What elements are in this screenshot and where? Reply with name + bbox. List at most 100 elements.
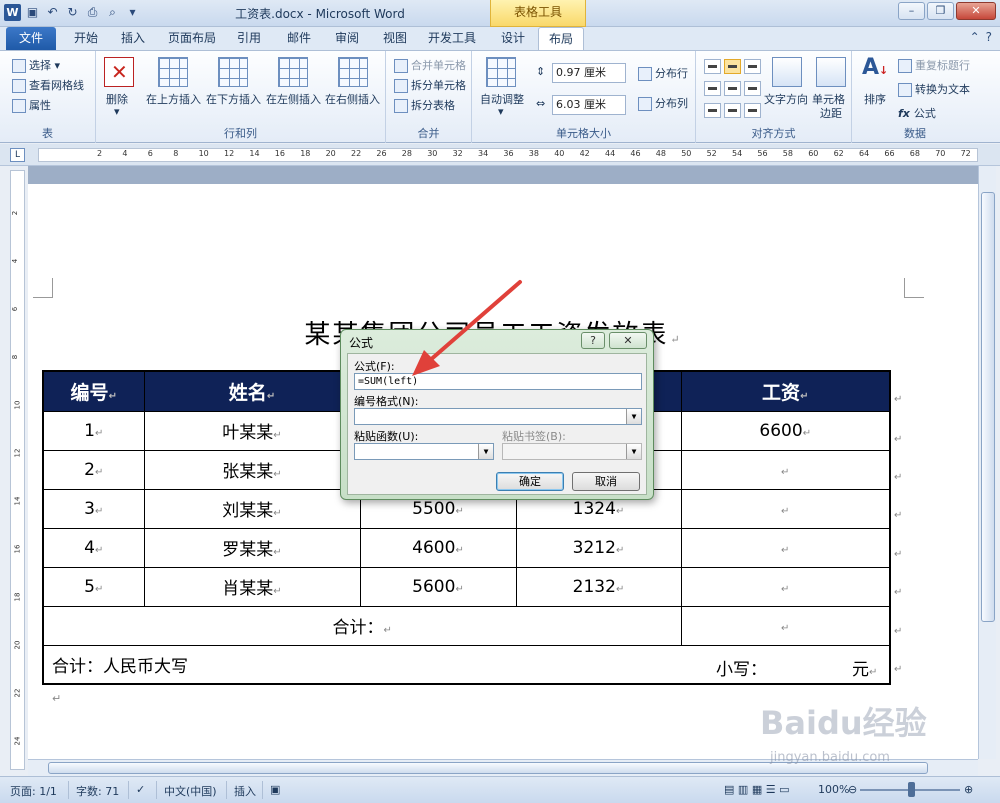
view-gridlines-button[interactable]: 查看网格线 bbox=[12, 77, 84, 93]
cell-salary[interactable]: ↵ bbox=[680, 566, 891, 607]
language-indicator[interactable]: 中文(中国) bbox=[164, 783, 217, 799]
cell-name[interactable]: 叶某某↵ bbox=[143, 410, 361, 451]
vertical-scroll-thumb[interactable] bbox=[981, 192, 995, 622]
align-top-right-button[interactable] bbox=[744, 59, 761, 74]
vertical-ruler[interactable]: 2 4 6 8 10 12 14 16 18 20 22 24 bbox=[10, 170, 25, 770]
tab-selector-icon[interactable]: L bbox=[10, 148, 25, 162]
cell-id[interactable]: 2↵ bbox=[42, 449, 145, 490]
cell-name[interactable]: 肖某某↵ bbox=[143, 566, 361, 607]
cell-col4[interactable]: 2132↵ bbox=[515, 566, 682, 607]
cell-name[interactable]: 刘某某↵ bbox=[143, 488, 361, 529]
page-count[interactable]: 页面: 1/1 bbox=[10, 783, 57, 799]
cell-id[interactable]: 5↵ bbox=[42, 566, 145, 607]
cell-id[interactable]: 1↵ bbox=[42, 410, 145, 451]
paste-bookmark-select[interactable]: ▼ bbox=[502, 443, 642, 460]
align-top-left-button[interactable] bbox=[704, 59, 721, 74]
align-middle-left-button[interactable] bbox=[704, 81, 721, 96]
convert-to-text-button[interactable]: 转换为文本 bbox=[898, 81, 970, 97]
dialog-close-button[interactable]: ✕ bbox=[609, 332, 647, 349]
cell-margins-icon[interactable] bbox=[816, 57, 846, 87]
cell-total-label[interactable]: 合计：↵ bbox=[42, 605, 682, 646]
select-button[interactable]: 选择 ▾ bbox=[12, 57, 60, 73]
ok-button[interactable]: 确定 bbox=[496, 472, 564, 491]
insert-above-icon[interactable] bbox=[158, 57, 188, 87]
tab-design[interactable]: 设计 bbox=[492, 27, 534, 50]
insert-left-button[interactable]: 在左侧插入 bbox=[266, 91, 321, 107]
zoom-level[interactable]: 100% bbox=[818, 783, 849, 796]
align-bottom-left-button[interactable] bbox=[704, 103, 721, 118]
macro-record-icon[interactable]: ▣ bbox=[270, 783, 280, 796]
insert-below-icon[interactable] bbox=[218, 57, 248, 87]
zoom-in-icon[interactable]: ⊕ bbox=[964, 783, 973, 796]
help-icon[interactable]: ? bbox=[986, 30, 992, 44]
split-table-button[interactable]: 拆分表格 bbox=[394, 97, 455, 113]
minimize-button[interactable]: – bbox=[898, 2, 925, 20]
chevron-down-icon[interactable]: ▼ bbox=[626, 444, 641, 459]
autofit-dropdown-icon[interactable]: ▾ bbox=[498, 105, 504, 118]
insert-mode-indicator[interactable]: 插入 bbox=[234, 783, 256, 799]
insert-right-button[interactable]: 在右侧插入 bbox=[325, 91, 380, 107]
text-direction-button[interactable]: 文字方向 bbox=[764, 91, 808, 107]
align-top-center-button[interactable] bbox=[724, 59, 741, 74]
properties-button[interactable]: 属性 bbox=[12, 97, 51, 113]
outline-view-icon[interactable]: ☰ bbox=[766, 783, 776, 796]
tab-layout[interactable]: 布局 bbox=[538, 27, 584, 50]
dialog-help-button[interactable]: ? bbox=[581, 332, 605, 349]
align-bottom-right-button[interactable] bbox=[744, 103, 761, 118]
horizontal-ruler[interactable]: L 2 4 6 8 10 12 14 16 18 20 22 26 28 30 32 34 36 38 40 42 44… bbox=[0, 144, 1000, 166]
tab-references[interactable]: 引用 bbox=[228, 27, 270, 50]
formula-input[interactable]: =SUM(left) bbox=[354, 373, 642, 390]
header-cell-name[interactable]: 姓名↵ bbox=[143, 370, 361, 412]
sort-button[interactable]: 排序 bbox=[864, 91, 886, 107]
tab-home[interactable]: 开始 bbox=[64, 27, 108, 50]
proofing-icon[interactable]: ✓ bbox=[136, 783, 145, 796]
tab-review[interactable]: 审阅 bbox=[326, 27, 368, 50]
cell-name[interactable]: 张某某↵ bbox=[143, 449, 361, 490]
align-middle-center-button[interactable] bbox=[724, 81, 741, 96]
tab-mailings[interactable]: 邮件 bbox=[278, 27, 320, 50]
cell-col3[interactable]: 4600↵ bbox=[359, 527, 517, 568]
cell-salary[interactable]: ↵ bbox=[680, 527, 891, 568]
cell-col4[interactable]: 3212↵ bbox=[515, 527, 682, 568]
text-direction-icon[interactable] bbox=[772, 57, 802, 87]
chevron-down-icon[interactable]: ▼ bbox=[626, 409, 641, 424]
merge-cells-button[interactable]: 合并单元格 bbox=[394, 57, 466, 73]
insert-above-button[interactable]: 在上方插入 bbox=[146, 91, 201, 107]
distribute-columns-button[interactable]: 分布列 bbox=[638, 95, 688, 111]
cell-id[interactable]: 3↵ bbox=[42, 488, 145, 529]
minimize-ribbon-icon[interactable]: ⌃ bbox=[970, 30, 980, 44]
cancel-button[interactable]: 取消 bbox=[572, 472, 640, 491]
formula-button[interactable]: fx 公式 bbox=[898, 105, 936, 121]
tab-insert[interactable]: 插入 bbox=[112, 27, 154, 50]
vertical-scrollbar[interactable] bbox=[978, 166, 996, 759]
zoom-out-icon[interactable]: ⊖ bbox=[848, 783, 857, 796]
cell-total-value[interactable]: ↵ bbox=[680, 605, 891, 646]
cell-col3[interactable]: 5600↵ bbox=[359, 566, 517, 607]
split-cells-button[interactable]: 拆分单元格 bbox=[394, 77, 466, 93]
distribute-rows-button[interactable]: 分布行 bbox=[638, 65, 688, 81]
word-count[interactable]: 字数: 71 bbox=[76, 783, 119, 799]
cell-id[interactable]: 4↵ bbox=[42, 527, 145, 568]
align-middle-right-button[interactable] bbox=[744, 81, 761, 96]
row-height-spinner[interactable]: 0.97 厘米 bbox=[552, 63, 626, 83]
tab-view[interactable]: 视图 bbox=[374, 27, 416, 50]
sort-icon[interactable]: A↓ bbox=[862, 55, 888, 80]
full-screen-view-icon[interactable]: ▥ bbox=[738, 783, 748, 796]
column-width-spinner[interactable]: 6.03 厘米 bbox=[552, 95, 626, 115]
cell-salary[interactable]: 6600↵ bbox=[680, 410, 891, 451]
tab-file[interactable]: 文件 bbox=[6, 27, 56, 50]
paste-function-select[interactable]: ▼ bbox=[354, 443, 494, 460]
cell-name[interactable]: 罗某某↵ bbox=[143, 527, 361, 568]
print-layout-view-icon[interactable]: ▤ bbox=[724, 783, 734, 796]
delete-dropdown-icon[interactable]: ▾ bbox=[114, 105, 120, 118]
chevron-down-icon[interactable]: ▼ bbox=[478, 444, 493, 459]
web-layout-view-icon[interactable]: ▦ bbox=[752, 783, 762, 796]
maximize-button[interactable]: ❐ bbox=[927, 2, 954, 20]
tab-page-layout[interactable]: 页面布局 bbox=[162, 27, 222, 50]
tab-developer[interactable]: 开发工具 bbox=[422, 27, 482, 50]
number-format-select[interactable]: ▼ bbox=[354, 408, 642, 425]
cell-salary[interactable]: ↵ bbox=[680, 449, 891, 490]
autofit-icon[interactable] bbox=[486, 57, 516, 87]
cell-margins-button-line2[interactable]: 边距 bbox=[820, 105, 842, 121]
delete-icon[interactable] bbox=[104, 57, 134, 87]
